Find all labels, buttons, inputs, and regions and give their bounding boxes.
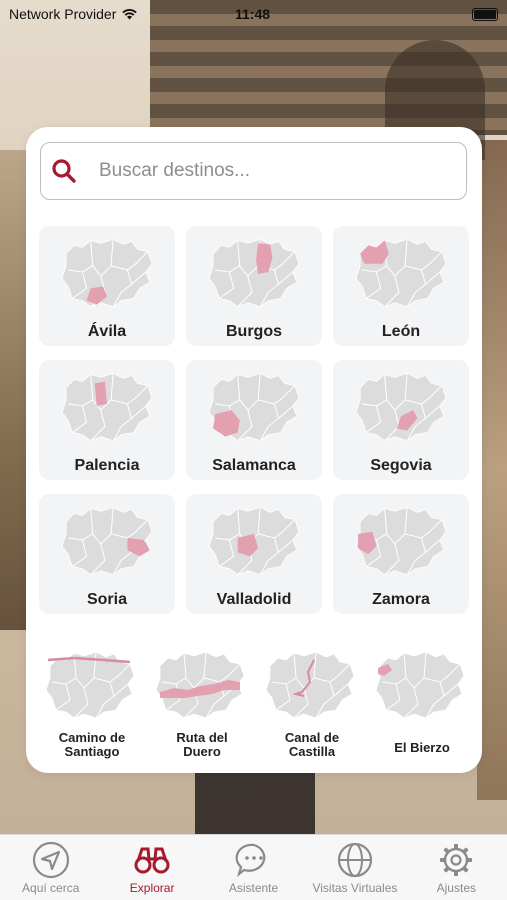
province-label: Ávila (87, 323, 127, 340)
province-map-icon (355, 238, 447, 308)
province-label: Palencia (74, 457, 140, 474)
wifi-icon (122, 9, 138, 20)
province-tile-segovia[interactable]: Segovia (333, 360, 469, 480)
province-tile-burgos[interactable]: Burgos (186, 226, 322, 346)
route-map-icon (45, 651, 135, 719)
route-map-icon (265, 651, 355, 719)
tab-asistente[interactable]: Asistente (203, 835, 304, 900)
route-map-icon (155, 651, 245, 719)
province-tile-valladolid[interactable]: Valladolid (186, 494, 322, 614)
gear-icon (440, 844, 473, 876)
chat-bubble-icon (235, 843, 265, 878)
navigation-arrow-icon (32, 841, 69, 879)
carrier-name: Network Provider (9, 6, 117, 22)
carrier-group: Network Provider (9, 6, 138, 22)
province-label: Burgos (226, 323, 282, 340)
routes-row: Camino de Santiago Ruta del Duero Canal de… (37, 648, 477, 763)
destinations-card: Ávila Burgos León Palencia Salamanca Segovia S… (26, 127, 482, 773)
province-tile-leon[interactable]: León (333, 226, 469, 346)
tab-label: Aquí cerca (22, 881, 80, 895)
route-label: El Bierzo (394, 740, 450, 755)
province-label: Segovia (370, 457, 432, 474)
tab-label: Visitas Virtuales (312, 881, 398, 895)
province-label: Soria (86, 591, 127, 608)
tab-label: Explorar (129, 881, 175, 895)
battery-icon (472, 8, 498, 21)
route-map-icon (375, 651, 465, 719)
route-label: Camino de Santiago (58, 730, 126, 759)
route-tile-canal-de-castilla[interactable]: Canal de Castilla (257, 648, 367, 763)
tab-ajustes[interactable]: Ajustes (406, 835, 507, 900)
route-tile-ruta-del-duero[interactable]: Ruta del Duero (147, 648, 257, 763)
tab-visitas-virtuales[interactable]: Visitas Virtuales (304, 835, 405, 900)
tab-bar: Aquí cerca Explorar Asistente Visitas Vi… (0, 834, 507, 900)
province-tile-zamora[interactable]: Zamora (333, 494, 469, 614)
route-tile-el-bierzo[interactable]: El Bierzo (367, 648, 477, 763)
status-bar: Network Provider 11:48 (0, 0, 507, 28)
province-tile-salamanca[interactable]: Salamanca (186, 360, 322, 480)
province-map-icon (208, 238, 300, 308)
province-label: Salamanca (212, 457, 296, 474)
province-tile-soria[interactable]: Soria (39, 494, 175, 614)
highlighted-region (94, 381, 107, 406)
globe-icon (337, 842, 373, 878)
province-map-icon (61, 238, 153, 308)
route-label: Canal de Castilla (284, 730, 340, 759)
clock: 11:48 (235, 6, 271, 22)
province-grid: Ávila Burgos León Palencia Salamanca Segovia S… (39, 226, 469, 614)
highlighted-region (360, 240, 389, 264)
province-tile-palencia[interactable]: Palencia (39, 360, 175, 480)
province-label: Zamora (372, 591, 430, 608)
province-map-icon (355, 506, 447, 576)
route-label: Ruta del Duero (176, 730, 228, 759)
search-bar[interactable] (40, 142, 467, 200)
province-map-icon (355, 372, 447, 442)
tab-explorar[interactable]: Explorar (101, 835, 202, 900)
search-icon (52, 159, 76, 183)
tab-aqui-cerca[interactable]: Aquí cerca (0, 835, 101, 900)
province-label: Valladolid (216, 591, 292, 608)
search-input[interactable] (99, 160, 419, 182)
route-tile-camino-de-santiago[interactable]: Camino de Santiago (37, 648, 147, 763)
tab-label: Asistente (228, 881, 279, 895)
tab-label: Ajustes (436, 881, 476, 895)
province-map-icon (208, 372, 300, 442)
province-map-icon (61, 372, 153, 442)
province-tile-avila[interactable]: Ávila (39, 226, 175, 346)
province-map-icon (208, 506, 300, 576)
province-map-icon (61, 506, 153, 576)
binoculars-icon (134, 847, 170, 874)
province-label: León (381, 323, 421, 340)
